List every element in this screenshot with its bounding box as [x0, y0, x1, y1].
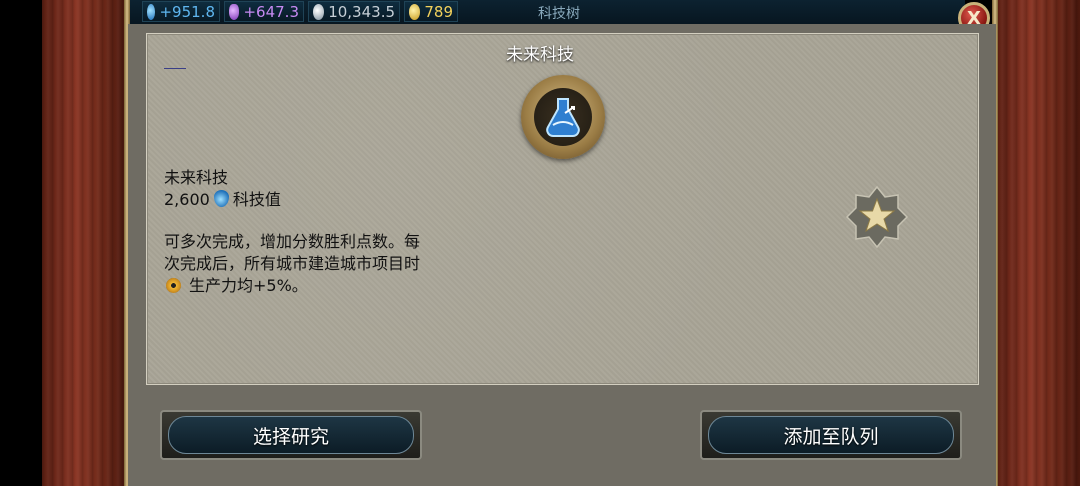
culture-resource[interactable]: 10,343.5 — [308, 1, 400, 22]
tech-name: 未来科技 — [164, 168, 229, 187]
select-research-label: 选择研究 — [168, 416, 414, 454]
description-line-1: 可多次完成，增加分数胜利点数。每 — [164, 232, 421, 251]
flask-icon — [546, 98, 580, 137]
gold-icon — [409, 3, 421, 20]
flask-icon-inner — [534, 88, 592, 146]
production-icon — [166, 278, 181, 293]
gold-value: 789 — [424, 2, 453, 21]
add-to-queue-label: 添加至队列 — [708, 416, 954, 454]
science-icon — [213, 190, 229, 207]
gold-resource[interactable]: 789 — [404, 1, 458, 22]
culture-value: 10,343.5 — [328, 2, 395, 21]
description-line-3-row: 生产力均+5%。 — [164, 275, 308, 297]
description-line-3: 生产力均+5%。 — [189, 276, 308, 295]
add-to-queue-button[interactable]: 添加至队列 — [700, 410, 962, 460]
science-resource[interactable]: +951.8 — [142, 1, 220, 22]
star-badge-icon — [845, 185, 909, 249]
tech-cost: 2,600 科技值 — [164, 189, 281, 211]
faith-resource[interactable]: +647.3 — [224, 1, 304, 22]
screen-title: 科技树 — [538, 6, 580, 22]
cost-unit: 科技值 — [232, 190, 281, 209]
description-line-2: 次完成后，所有城市建造城市项目时 — [164, 254, 421, 273]
faith-icon — [229, 3, 240, 20]
select-research-button[interactable]: 选择研究 — [160, 410, 422, 460]
divider-mark — [164, 68, 186, 69]
tech-title: 未来科技 — [506, 45, 574, 65]
faith-value: +647.3 — [243, 2, 299, 21]
tech-flask-icon — [521, 75, 605, 159]
cost-value: 2,600 — [164, 190, 210, 209]
left-wood-frame — [42, 0, 128, 486]
culture-icon — [313, 3, 325, 20]
right-wood-frame — [996, 0, 1080, 486]
science-value: +951.8 — [159, 2, 215, 21]
science-icon — [147, 3, 156, 20]
